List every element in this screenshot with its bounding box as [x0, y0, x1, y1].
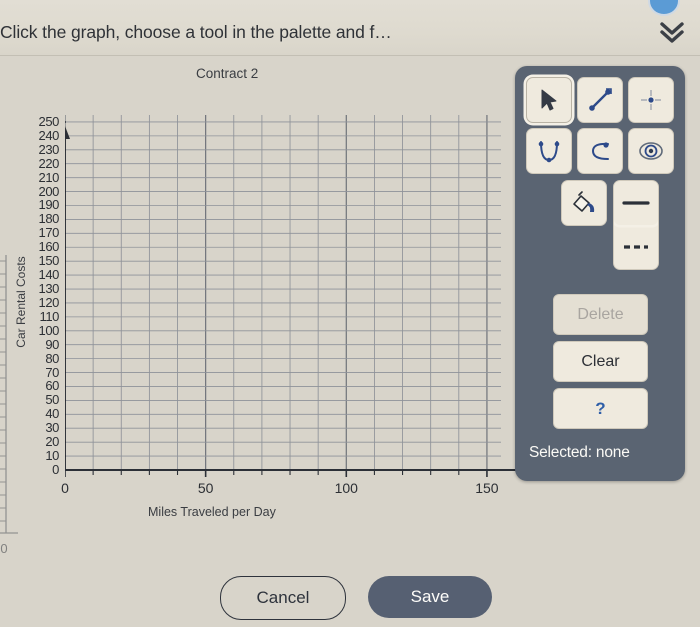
graph-title: Contract 2: [196, 66, 259, 81]
y-tick-label: 70: [45, 364, 59, 380]
parabola-tool[interactable]: [526, 128, 572, 174]
y-tick-label: 20: [45, 434, 59, 450]
y-tick-label: 250: [38, 113, 60, 129]
y-tick-label: 0: [52, 462, 59, 477]
y-tick-label: 30: [45, 420, 59, 436]
x-tick-label: 0: [61, 480, 69, 496]
y-tick-label: 210: [38, 169, 60, 185]
segment-tool[interactable]: [577, 77, 623, 123]
point-tool[interactable]: [628, 77, 674, 123]
solid-line-style[interactable]: [614, 181, 658, 225]
delete-button[interactable]: Delete: [553, 294, 648, 335]
tool-palette: Delete Clear ? Selected: none: [515, 66, 685, 481]
y-tick-label: 40: [45, 406, 59, 422]
y-tick-label: 190: [38, 197, 60, 213]
y-tick-label: 50: [45, 392, 59, 408]
tool-grid: [526, 77, 674, 174]
y-axis-label: Car Rental Costs: [14, 256, 28, 348]
svg-text:0: 0: [0, 541, 7, 556]
fill-bucket-tool[interactable]: [561, 180, 607, 226]
dashed-line-style[interactable]: [614, 225, 658, 269]
y-tick-label: 60: [45, 378, 59, 394]
help-button[interactable]: ?: [553, 388, 648, 429]
double-chevron-down-icon[interactable]: [656, 18, 688, 46]
y-tick-label: 240: [38, 127, 60, 143]
notification-dot-icon: [648, 0, 680, 16]
curve-tool[interactable]: [577, 128, 623, 174]
save-button[interactable]: Save: [368, 576, 492, 618]
y-tick-label: 180: [38, 211, 60, 227]
graph-canvas[interactable]: 0 10 20 30 40 50 60 70 80 90 100 110 120 130 140 150 160…: [39, 110, 525, 496]
circle-tool[interactable]: [628, 128, 674, 174]
x-tick-label: 50: [197, 480, 214, 496]
x-tick-label: 100: [334, 480, 358, 496]
instruction-text: Click the graph, choose a tool in the pa…: [0, 22, 392, 42]
clear-button[interactable]: Clear: [553, 341, 648, 382]
y-tick-label: 10: [45, 448, 59, 464]
x-tick-label: 150: [475, 480, 499, 496]
fill-and-linestyle-row: [561, 180, 659, 270]
x-axis-label: Miles Traveled per Day: [148, 505, 276, 519]
y-tick-label: 200: [38, 183, 60, 199]
selection-status: Selected: none: [529, 444, 630, 461]
instruction-header: Click the graph, choose a tool in the pa…: [0, 0, 700, 56]
cancel-button[interactable]: Cancel: [220, 576, 346, 620]
y-tick-label: 170: [38, 225, 60, 241]
pointer-tool[interactable]: [526, 77, 572, 123]
line-style-switcher: [613, 180, 659, 270]
y-tick-label: 230: [38, 141, 60, 157]
y-tick-label: 220: [38, 155, 60, 171]
